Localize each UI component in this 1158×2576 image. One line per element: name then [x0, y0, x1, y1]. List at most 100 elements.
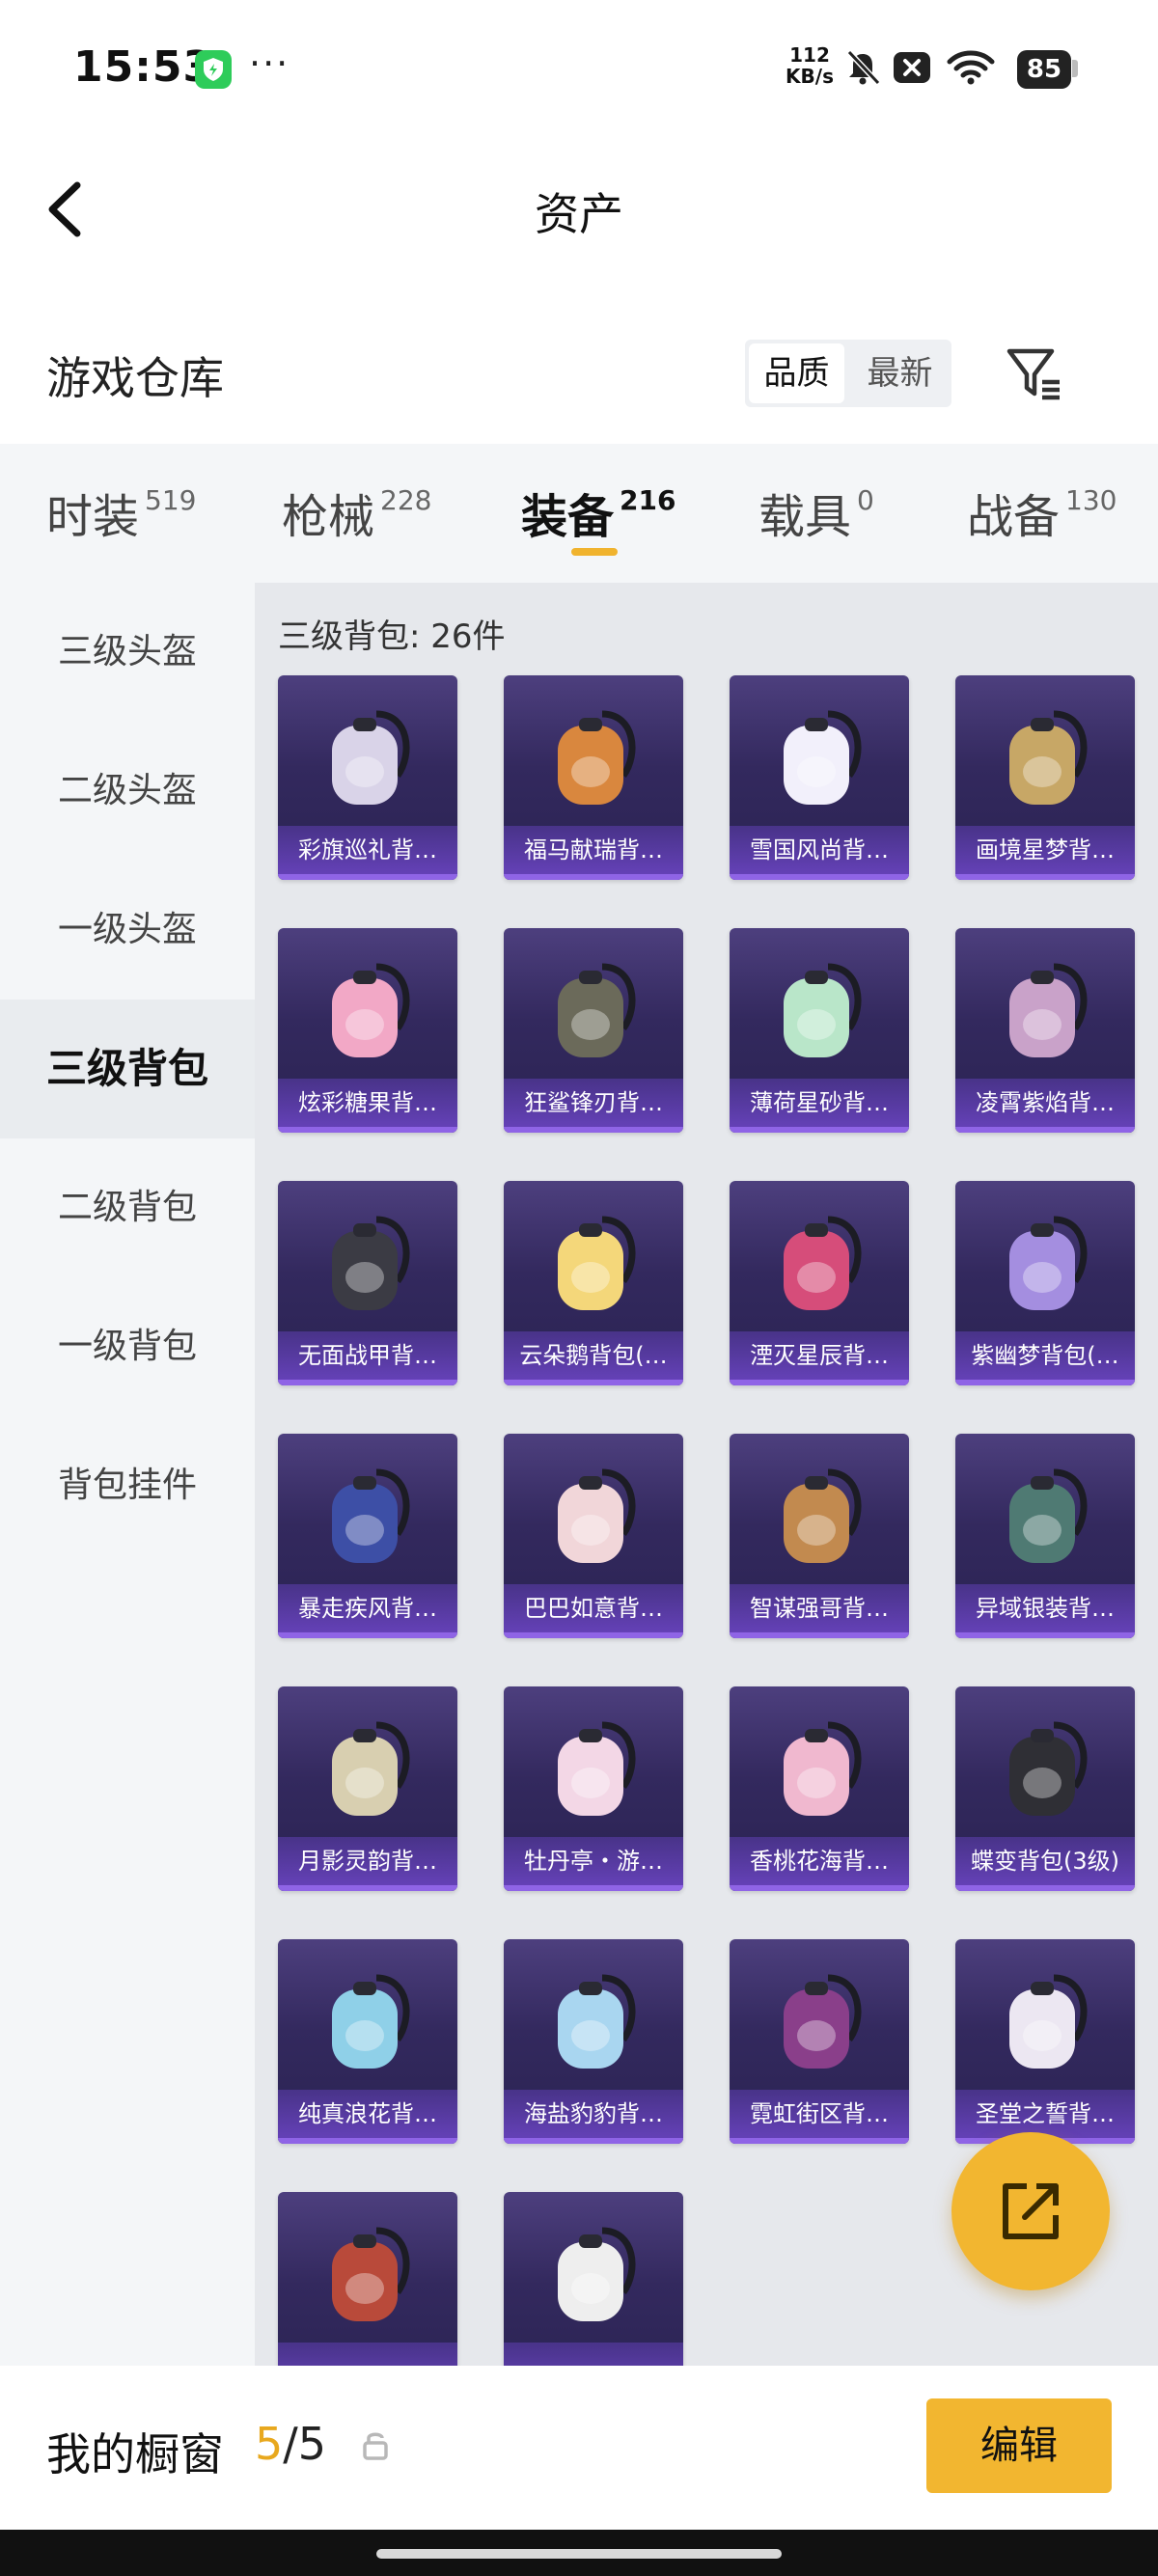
backpack-item-card[interactable]: 雪国风尚背…: [730, 675, 909, 880]
backpack-white-icon: [531, 2213, 656, 2339]
wifi-icon: [947, 50, 995, 85]
backpack-item-card[interactable]: 智谋强哥背…: [730, 1434, 909, 1638]
lock-icon: [363, 2432, 388, 2460]
network-speed: 112 KB/s: [784, 44, 836, 87]
active-tab-indicator: [571, 548, 618, 556]
item-name: 纯真浪花背…: [278, 2090, 457, 2138]
backpack-silver-icon: [982, 1455, 1108, 1580]
backpack-item-card[interactable]: 巴巴如意背…: [504, 1434, 683, 1638]
backpack-item-card[interactable]: 画境星梦背…: [955, 675, 1135, 880]
share-button[interactable]: [951, 2132, 1110, 2290]
backpack-item-card[interactable]: 炫彩糖果背…: [278, 928, 457, 1133]
item-name: 蝶变背包(3级): [955, 1837, 1135, 1885]
item-name: 福马献瑞背…: [504, 826, 683, 874]
backpack-item-card[interactable]: 凌霄紫焰背…: [955, 928, 1135, 1133]
tab-fashion[interactable]: 时装 519: [46, 479, 196, 546]
backpack-item-card[interactable]: [278, 2192, 457, 2366]
edit-button[interactable]: 编辑: [926, 2398, 1112, 2493]
tab-label: 时装: [46, 490, 140, 544]
item-name: 暴走疾风背…: [278, 1584, 457, 1632]
more-notifications-icon: ···: [249, 42, 290, 85]
backpack-bunny-icon: [531, 1455, 656, 1580]
showcase-count: 5/5: [255, 2418, 326, 2470]
backpack-item-card[interactable]: 霓虹街区背…: [730, 1939, 909, 2144]
backpack-flag-icon: [305, 697, 430, 822]
item-name: 狂鲨锋刃背…: [504, 1079, 683, 1127]
battery-level: 85: [1017, 50, 1071, 89]
sidebar-item-level2-backpack[interactable]: 二级背包: [0, 1138, 255, 1277]
item-name: 月影灵韵背…: [278, 1837, 457, 1885]
sort-newest-button[interactable]: 最新: [848, 340, 951, 407]
status-bar: 15:53 ··· 112 KB/s 85: [0, 0, 1158, 135]
backpack-mint-icon: [757, 949, 882, 1075]
backpack-item-card[interactable]: 紫幽梦背包(…: [955, 1181, 1135, 1385]
backpack-item-card[interactable]: 海盐豹豹背…: [504, 1939, 683, 2144]
backpack-peach-icon: [757, 1708, 882, 1833]
status-time: 15:53: [73, 42, 214, 92]
backpack-cake-icon: [305, 2213, 430, 2339]
item-name: [278, 2343, 457, 2366]
item-name: 牡丹亭・游…: [504, 1837, 683, 1885]
backpack-item-card[interactable]: 福马献瑞背…: [504, 675, 683, 880]
item-name: 湮灭星辰背…: [730, 1331, 909, 1380]
backpack-item-card[interactable]: 无面战甲背…: [278, 1181, 457, 1385]
backpack-item-card[interactable]: 月影灵韵背…: [278, 1686, 457, 1891]
tab-vehicles[interactable]: 载具 0: [758, 479, 874, 546]
backpack-item-card[interactable]: 湮灭星辰背…: [730, 1181, 909, 1385]
backpack-peony-icon: [531, 1708, 656, 1833]
tab-label: 战备: [967, 490, 1061, 544]
sidebar-item-level3-backpack[interactable]: 三级背包: [0, 1000, 255, 1138]
backpack-item-card[interactable]: 狂鲨锋刃背…: [504, 928, 683, 1133]
network-speed-unit: KB/s: [786, 65, 834, 88]
page-title: 资产: [535, 188, 623, 240]
sidebar-item-level1-helmet[interactable]: 一级头盔: [0, 861, 255, 1000]
backpack-item-card[interactable]: 薄荷星砂背…: [730, 928, 909, 1133]
sidebar-item-backpack-charm[interactable]: 背包挂件: [0, 1416, 255, 1555]
battery-tip: [1072, 60, 1078, 77]
backpack-item-card[interactable]: 暴走疾风背…: [278, 1434, 457, 1638]
backpack-neon-icon: [757, 1960, 882, 2086]
backpack-horse-icon: [531, 697, 656, 822]
item-name: 无面战甲背…: [278, 1331, 457, 1380]
item-name: 巴巴如意背…: [504, 1584, 683, 1632]
showcase-total: /5: [283, 2418, 327, 2470]
sidebar-item-level2-helmet[interactable]: 二级头盔: [0, 722, 255, 861]
sort-quality-button[interactable]: 品质: [749, 343, 844, 403]
sidebar-item-level1-backpack[interactable]: 一级背包: [0, 1277, 255, 1416]
backpack-star-icon: [757, 1202, 882, 1328]
item-name: 凌霄紫焰背…: [955, 1079, 1135, 1127]
backpack-item-card[interactable]: 香桃花海背…: [730, 1686, 909, 1891]
backpack-item-card[interactable]: 异域银装背…: [955, 1434, 1135, 1638]
backpack-goose-icon: [531, 1202, 656, 1328]
tab-supplies[interactable]: 战备 130: [967, 479, 1117, 546]
backpack-wind-icon: [305, 1455, 430, 1580]
backpack-item-card[interactable]: 圣堂之誓背…: [955, 1939, 1135, 2144]
item-name: 紫幽梦背包(…: [955, 1331, 1135, 1380]
tab-count: 228: [380, 484, 432, 516]
backpack-item-card[interactable]: 蝶变背包(3级): [955, 1686, 1135, 1891]
backpack-item-card[interactable]: [504, 2192, 683, 2366]
showcase-bar: 我的橱窗 5/5 编辑: [0, 2366, 1158, 2530]
item-name: 圣堂之誓背…: [955, 2090, 1135, 2138]
tab-count: 0: [857, 484, 874, 516]
category-tabs: 时装 519 枪械 228 装备 216 载具 0 战备 130: [0, 444, 1158, 583]
tab-firearms[interactable]: 枪械 228: [282, 479, 431, 546]
item-name: 云朵鹅背包(…: [504, 1331, 683, 1380]
item-name: 画境星梦背…: [955, 826, 1135, 874]
backpack-frame-icon: [982, 697, 1108, 822]
tab-label: 载具: [758, 490, 852, 544]
item-name: 香桃花海背…: [730, 1837, 909, 1885]
tab-count: 130: [1065, 484, 1117, 516]
tab-label: 枪械: [282, 490, 375, 544]
item-name: 薄荷星砂背…: [730, 1079, 909, 1127]
home-gesture-pill[interactable]: [376, 2549, 782, 2559]
backpack-item-card[interactable]: 云朵鹅背包(…: [504, 1181, 683, 1385]
backpack-moon-icon: [305, 1708, 430, 1833]
tab-equipment[interactable]: 装备 216: [521, 479, 676, 546]
filter-button[interactable]: [1004, 343, 1065, 405]
backpack-item-card[interactable]: 纯真浪花背…: [278, 1939, 457, 2144]
item-name: 海盐豹豹背…: [504, 2090, 683, 2138]
backpack-item-card[interactable]: 牡丹亭・游…: [504, 1686, 683, 1891]
sidebar-item-level3-helmet[interactable]: 三级头盔: [0, 583, 255, 722]
backpack-item-card[interactable]: 彩旗巡礼背…: [278, 675, 457, 880]
